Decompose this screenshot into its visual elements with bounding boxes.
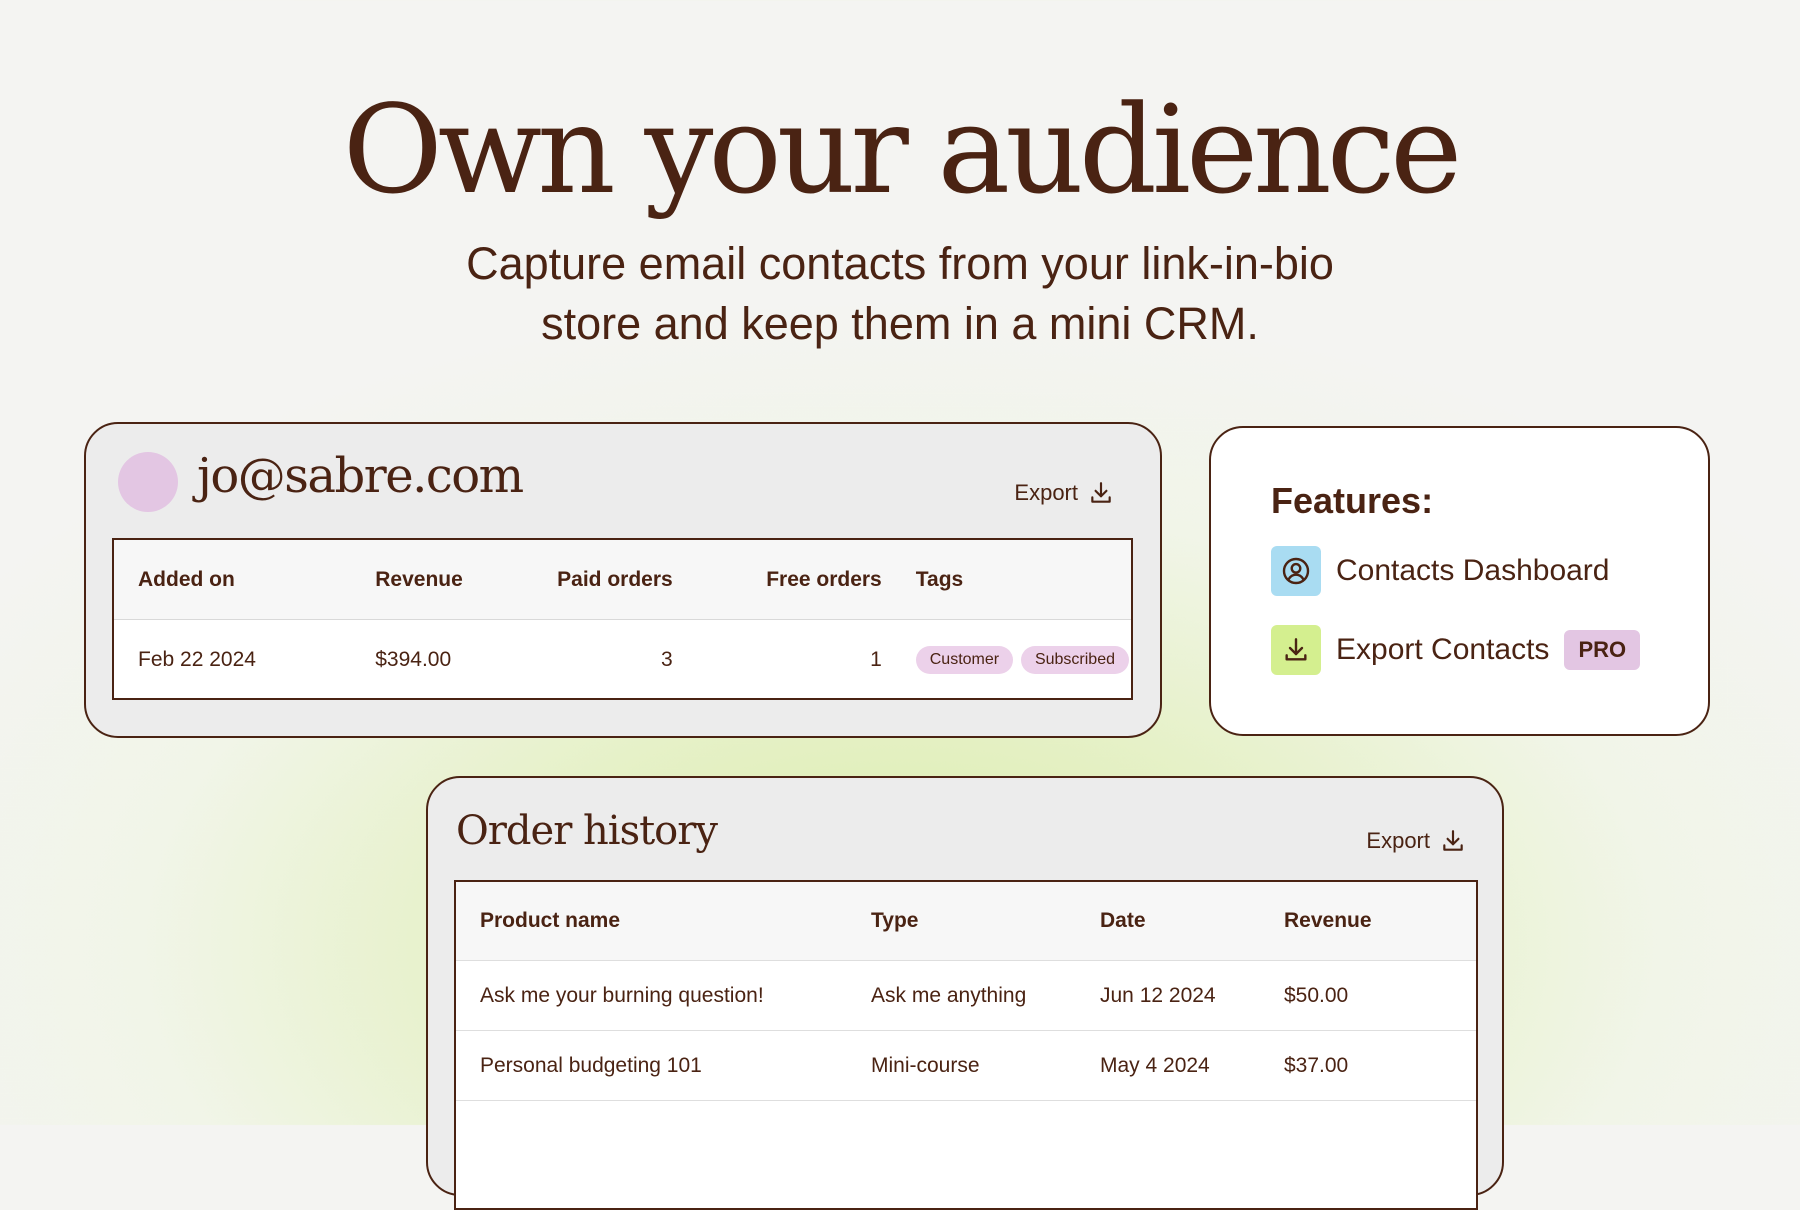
cell-product [456,1100,847,1170]
column-revenue: Revenue [351,540,508,620]
feature-contacts-dashboard: Contacts Dashboard [1271,546,1610,596]
cell-type [847,1100,1076,1170]
table-row[interactable]: Personal budgeting 101 Mini-course May 4… [456,1030,1476,1101]
hero-subtitle: Capture email contacts from your link-in… [0,234,1800,354]
column-type: Type [847,882,1076,961]
contact-email: jo@sabre.com [197,448,524,504]
cell-revenue: $50.00 [1260,960,1476,1031]
order-history-table: Product name Type Date Revenue Ask me yo… [454,880,1478,1210]
cell-date: May 4 2024 [1076,1030,1260,1101]
tag-customer[interactable]: Customer [915,645,1014,674]
cell-revenue [1260,1100,1476,1170]
contact-table-header: Added on Revenue Paid orders Free orders… [114,540,1131,620]
table-row[interactable]: Ask me your burning question! Ask me any… [456,960,1476,1031]
cell-revenue: $37.00 [1260,1030,1476,1101]
download-icon [1271,625,1321,675]
order-history-title: Order history [456,808,718,854]
cell-date: Jun 12 2024 [1076,960,1260,1031]
download-icon [1091,482,1111,503]
feature-label: Export Contacts [1336,633,1550,666]
feature-export-contacts: Export Contacts PRO [1271,625,1641,675]
column-added-on: Added on [114,540,352,620]
column-revenue: Revenue [1260,882,1476,961]
cell-type: Mini-course [847,1030,1076,1101]
cell-type: Ask me anything [847,960,1076,1031]
pro-badge: PRO [1564,630,1641,670]
contact-card: jo@sabre.com Export Added on Revenue Pai… [84,422,1162,738]
cell-added-on: Feb 22 2024 [114,619,352,698]
feature-label: Contacts Dashboard [1336,554,1610,587]
features-card: Features: Contacts Dashboard Export Cont… [1209,426,1710,736]
hero-subtitle-line-1: Capture email contacts from your link-in… [466,238,1334,289]
column-product-name: Product name [456,882,847,961]
order-table-header: Product name Type Date Revenue [456,882,1476,961]
cell-date [1076,1100,1260,1170]
export-label: Export [1366,828,1430,853]
cell-revenue: $394.00 [351,619,508,698]
cell-product: Personal budgeting 101 [456,1030,847,1101]
features-title: Features: [1271,480,1434,521]
cell-paid-orders: 3 [507,619,683,698]
table-row[interactable] [456,1100,1476,1170]
contact-table: Added on Revenue Paid orders Free orders… [112,538,1133,700]
table-row[interactable]: Feb 22 2024 $394.00 3 1 Customer Subscri… [114,619,1131,698]
order-history-card: Order history Export Product name Type D… [426,776,1504,1210]
contacts-icon [1271,546,1321,596]
hero-subtitle-line-2: store and keep them in a mini CRM. [541,298,1259,349]
cell-free-orders: 1 [682,619,892,698]
column-free-orders: Free orders [682,540,892,620]
column-tags: Tags [891,540,1131,620]
cell-tags: Customer Subscribed [891,619,1131,698]
export-label: Export [1014,480,1078,505]
column-date: Date [1076,882,1260,961]
tag-subscribed[interactable]: Subscribed [1020,645,1129,674]
cell-product: Ask me your burning question! [456,960,847,1031]
contact-export-button[interactable]: Export [1014,480,1114,506]
orders-export-button[interactable]: Export [1366,828,1466,854]
download-icon [1443,830,1463,851]
column-paid-orders: Paid orders [507,540,683,620]
hero-title: Own your audience [342,79,1463,221]
avatar [118,452,178,512]
